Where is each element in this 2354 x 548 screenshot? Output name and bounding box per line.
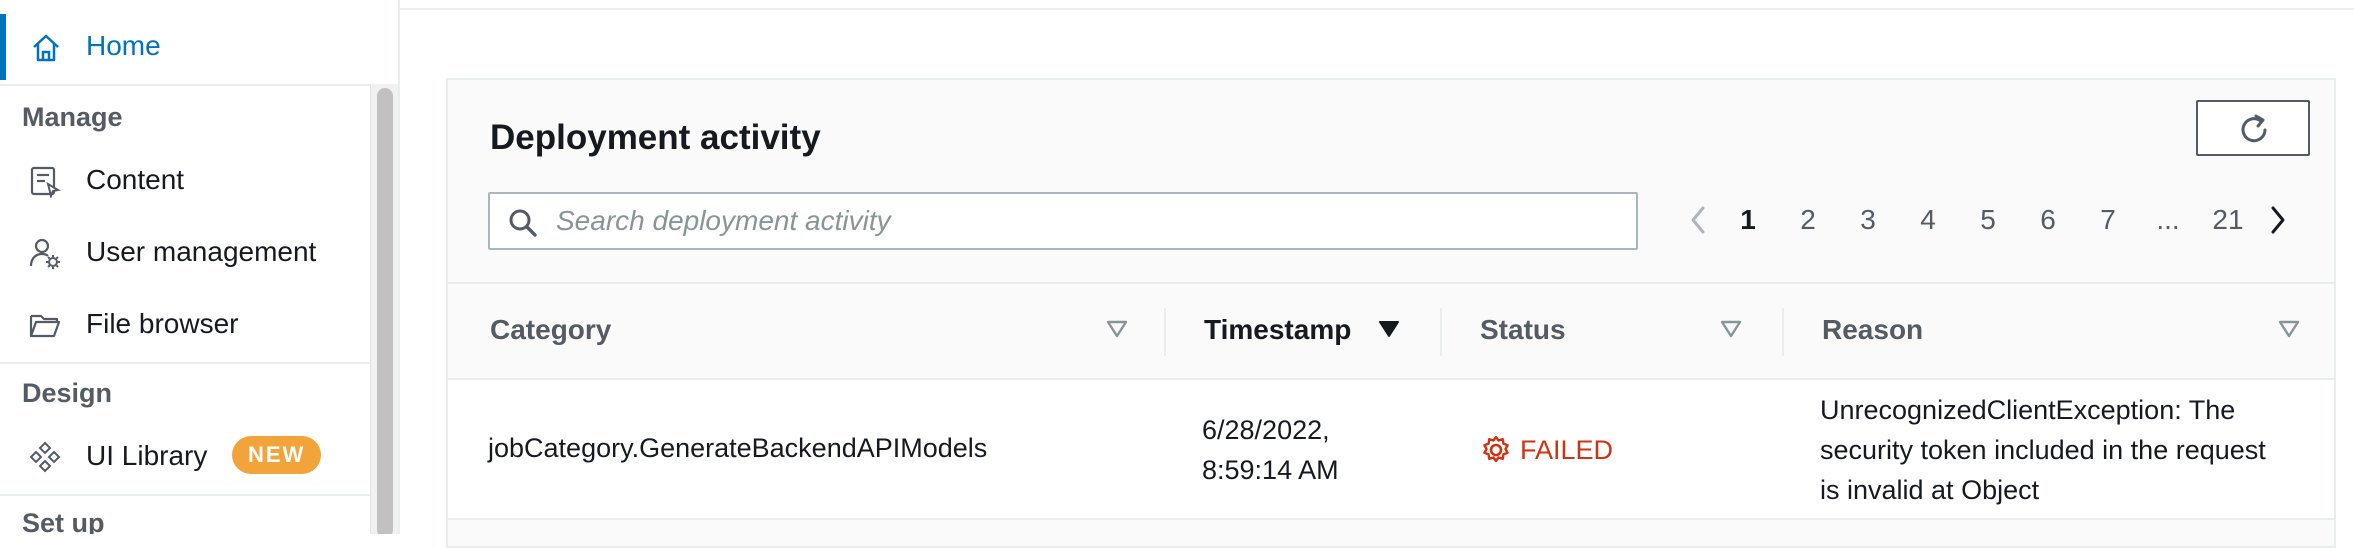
search-box[interactable] <box>488 192 1638 250</box>
previous-page-button[interactable] <box>1678 198 1718 242</box>
nav-item-user-management-label: User management <box>86 236 317 267</box>
page-button[interactable]: 2 <box>1778 204 1838 236</box>
chevron-right-icon <box>2271 206 2285 234</box>
page-button[interactable]: 5 <box>1958 204 2018 236</box>
table-row: jobCategory.GenerateBackendAPIModels 6/2… <box>448 380 2334 520</box>
nav-item-home-label: Home <box>86 30 161 61</box>
timestamp-date: 6/28/2022, <box>1202 415 1330 445</box>
chevron-left-icon <box>1691 206 1705 234</box>
home-icon <box>33 34 59 62</box>
nav-item-ui-library[interactable]: UI Library NEW <box>0 426 370 486</box>
folder-icon <box>29 314 61 338</box>
content-icon <box>30 166 61 198</box>
nav-item-ui-library-label: UI Library <box>86 440 208 471</box>
sort-icon[interactable] <box>1720 320 1742 338</box>
page-button[interactable]: 3 <box>1838 204 1898 236</box>
cell-category: jobCategory.GenerateBackendAPIModels <box>488 433 988 463</box>
timestamp-time: 8:59:14 AM <box>1202 455 1339 485</box>
page-button[interactable]: 1 <box>1718 204 1778 236</box>
nav-item-content-label: Content <box>86 164 185 195</box>
user-settings-icon <box>29 238 60 269</box>
cell-reason: UnrecognizedClientException: The securit… <box>1820 390 2266 510</box>
side-navigation: Home Manage Content User management File… <box>0 0 400 534</box>
page-button[interactable]: 6 <box>2018 204 2078 236</box>
page-button[interactable]: 4 <box>1898 204 1958 236</box>
panel-title: Deployment activity <box>490 118 821 157</box>
section-title-manage: Manage <box>22 102 123 132</box>
column-separator[interactable] <box>1164 308 1166 356</box>
nav-item-file-browser[interactable]: File browser <box>0 294 370 354</box>
next-page-button[interactable] <box>2258 198 2298 242</box>
page-button[interactable]: 7 <box>2078 204 2138 236</box>
section-divider <box>0 84 370 86</box>
section-divider <box>0 362 370 364</box>
nav-item-user-management[interactable]: User management <box>0 222 370 282</box>
cell-timestamp: 6/28/2022, 8:59:14 AM <box>1202 410 1339 490</box>
nav-item-home[interactable]: Home <box>0 10 398 84</box>
column-header-category[interactable]: Category <box>490 314 611 346</box>
status-text: FAILED <box>1520 434 1614 465</box>
active-indicator <box>0 14 6 80</box>
nav-item-content[interactable]: Content <box>0 150 370 210</box>
section-divider <box>0 494 370 496</box>
cell-status: FAILED <box>1480 434 1613 466</box>
error-gear-icon <box>1483 435 1509 463</box>
section-title-setup: Set up <box>22 508 105 534</box>
column-separator[interactable] <box>1782 308 1784 356</box>
column-header-reason[interactable]: Reason <box>1822 314 1923 346</box>
scrollbar-thumb[interactable] <box>377 88 393 534</box>
page-ellipsis: ... <box>2156 204 2180 235</box>
column-header-status[interactable]: Status <box>1480 314 1566 346</box>
reason-line: is invalid at Object <box>1820 475 2040 505</box>
components-icon <box>29 441 61 473</box>
column-separator[interactable] <box>1440 308 1442 356</box>
sidebar-scrollbar[interactable] <box>370 84 398 534</box>
nav-item-file-browser-label: File browser <box>86 308 239 339</box>
new-badge: NEW <box>232 436 322 474</box>
page-button[interactable]: 21 <box>2198 204 2258 236</box>
refresh-icon <box>2241 114 2267 143</box>
deployment-activity-panel: Deployment activity 1 2 3 4 5 6 7 ... 21 <box>446 78 2336 548</box>
search-icon <box>509 209 537 237</box>
search-input[interactable] <box>556 202 1616 240</box>
reason-line: security token included in the request <box>1820 435 2266 465</box>
section-title-design: Design <box>22 378 113 408</box>
table-header: Category Timestamp Status Reason <box>448 282 2334 380</box>
refresh-button[interactable] <box>2196 100 2310 156</box>
sort-descending-icon[interactable] <box>1378 320 1400 338</box>
column-header-timestamp[interactable]: Timestamp <box>1204 314 1351 346</box>
sort-icon[interactable] <box>1106 320 1128 338</box>
reason-line: UnrecognizedClientException: The <box>1820 395 2236 425</box>
pagination: 1 2 3 4 5 6 7 ... 21 <box>1678 198 2298 242</box>
sort-icon[interactable] <box>2278 320 2300 338</box>
